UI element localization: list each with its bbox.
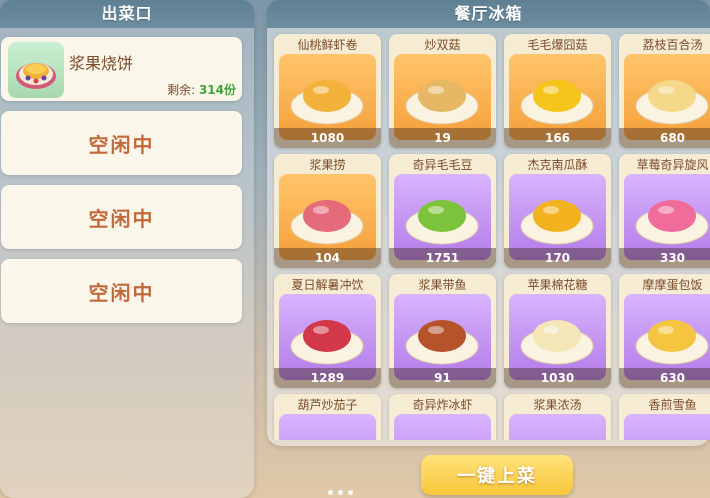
fridge-item-name: 奇异毛毛豆 — [412, 158, 473, 172]
page-indicator — [328, 490, 353, 495]
eggplant-dish-icon — [279, 414, 376, 440]
fridge-item-card[interactable]: 仙桃鲜虾卷 1080 — [274, 34, 381, 148]
fridge-item-tile — [624, 414, 710, 440]
fridge-item-name: 毛毛爆囧菇 — [527, 38, 588, 52]
fridge-item-count: 166 — [504, 128, 611, 148]
fridge-item-tile — [279, 414, 376, 440]
fridge-item-name: 炒双菇 — [424, 38, 461, 52]
remaining-count: 剩余: 314份 — [167, 81, 236, 98]
fridge-item-count: 19 — [389, 128, 496, 148]
fridge-item-count: 1289 — [274, 368, 381, 388]
fridge-title: 餐厅冰箱 — [267, 0, 710, 28]
fridge-item-card[interactable]: 毛毛爆囧菇 166 — [504, 34, 611, 148]
fridge-item-name: 摩摩蛋包饭 — [642, 278, 703, 292]
fridge-item-card[interactable]: 浆果浓汤 — [504, 394, 611, 440]
fridge-item-card[interactable]: 奇异炸冰虾 — [389, 394, 496, 440]
berry-soup-icon — [509, 414, 606, 440]
serving-slot-idle[interactable]: 空闲中 — [1, 185, 242, 249]
cod-dish-icon — [624, 414, 710, 440]
serving-slot-idle[interactable]: 空闲中 — [1, 111, 242, 175]
fridge-item-card[interactable]: 葫芦炒茄子 — [274, 394, 381, 440]
fridge-item-card[interactable]: 杰克南瓜酥 170 — [504, 154, 611, 268]
fridge-item-count: 630 — [619, 368, 710, 388]
fridge-grid[interactable]: 仙桃鲜虾卷 1080 炒双菇 19 毛毛爆囧菇 166 荔枝百合汤 680 浆果捞 104 奇异毛毛… — [272, 28, 710, 440]
fridge-item-count: 104 — [274, 248, 381, 268]
fridge-item-name: 仙桃鲜虾卷 — [297, 38, 358, 52]
berry-pancake-icon — [8, 42, 64, 98]
serving-slot-active[interactable]: 浆果烧饼 剩余: 314份 — [1, 37, 242, 101]
serve-all-button[interactable]: 一键上菜 — [421, 455, 573, 495]
fridge-item-name: 奇异炸冰虾 — [412, 398, 473, 412]
fridge-item-name: 草莓奇异旋风 — [636, 158, 709, 172]
fridge-item-count: 330 — [619, 248, 710, 268]
fridge-item-name: 荔枝百合汤 — [642, 38, 703, 52]
fridge-item-name: 浆果捞 — [309, 158, 346, 172]
fridge-item-count: 680 — [619, 128, 710, 148]
idle-label: 空闲中 — [88, 132, 155, 157]
fridge-item-name: 香煎雪鱼 — [648, 398, 697, 412]
remaining-value: 314份 — [198, 83, 236, 97]
fried-shrimp-icon — [394, 414, 491, 440]
serving-slot-idle[interactable]: 空闲中 — [1, 259, 242, 323]
fridge-item-tile — [394, 414, 491, 440]
idle-label: 空闲中 — [88, 280, 155, 305]
fridge-item-count: 1030 — [504, 368, 611, 388]
fridge-item-card[interactable]: 奇异毛毛豆 1751 — [389, 154, 496, 268]
fridge-item-card[interactable]: 浆果带鱼 91 — [389, 274, 496, 388]
fridge-item-name: 浆果浓汤 — [533, 398, 582, 412]
fridge-item-count: 1751 — [389, 248, 496, 268]
fridge-item-card[interactable]: 荔枝百合汤 680 — [619, 34, 710, 148]
page-dot — [338, 490, 343, 495]
fridge-item-name: 苹果棉花糖 — [527, 278, 588, 292]
serving-dish-name: 浆果烧饼 — [69, 54, 134, 73]
remaining-label: 剩余: — [167, 83, 196, 97]
fridge-item-name: 浆果带鱼 — [418, 278, 467, 292]
fridge-item-count: 170 — [504, 248, 611, 268]
fridge-item-card[interactable]: 炒双菇 19 — [389, 34, 496, 148]
idle-label: 空闲中 — [88, 206, 155, 231]
fridge-item-name: 杰克南瓜酥 — [527, 158, 588, 172]
fridge-item-card[interactable]: 夏日解暑冲饮 1289 — [274, 274, 381, 388]
page-dot — [348, 490, 353, 495]
fridge-item-count: 1080 — [274, 128, 381, 148]
serving-window-title: 出菜口 — [0, 0, 254, 28]
fridge-item-count: 91 — [389, 368, 496, 388]
fridge-item-card[interactable]: 摩摩蛋包饭 630 — [619, 274, 710, 388]
fridge-item-card[interactable]: 草莓奇异旋风 330 — [619, 154, 710, 268]
page-dot — [328, 490, 333, 495]
fridge-item-name: 夏日解暑冲饮 — [291, 278, 364, 292]
fridge-item-tile — [509, 414, 606, 440]
fridge-item-name: 葫芦炒茄子 — [297, 398, 358, 412]
fridge-item-card[interactable]: 苹果棉花糖 1030 — [504, 274, 611, 388]
fridge-item-card[interactable]: 浆果捞 104 — [274, 154, 381, 268]
fridge-item-card[interactable]: 香煎雪鱼 — [619, 394, 710, 440]
